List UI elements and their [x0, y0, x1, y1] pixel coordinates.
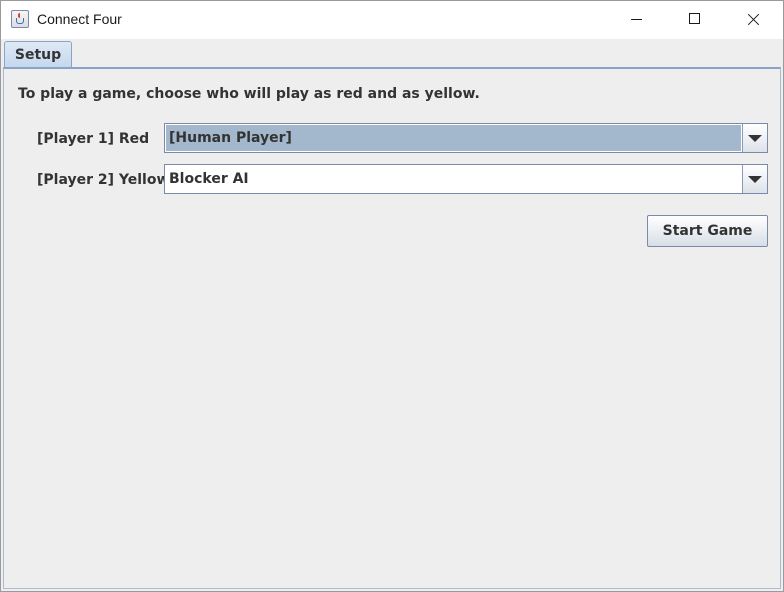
instructions-text: To play a game, choose who will play as …	[18, 86, 480, 102]
java-app-icon	[11, 10, 29, 28]
tab-setup-label: Setup	[14, 47, 62, 63]
start-game-button[interactable]: Start Game	[647, 215, 768, 247]
app-window: Connect Four Setup To play a game, choos…	[0, 0, 784, 592]
close-button[interactable]	[725, 1, 783, 39]
chevron-down-icon	[748, 135, 762, 142]
maximize-icon	[689, 13, 700, 24]
player2-dropdown-button[interactable]	[742, 165, 767, 193]
player2-selected-value: Blocker AI	[169, 171, 249, 187]
tab-setup[interactable]: Setup	[4, 41, 72, 67]
player2-label: [Player 2] Yellow	[37, 172, 170, 188]
cup-mark	[16, 18, 24, 24]
minimize-button[interactable]	[608, 1, 666, 39]
title-bar[interactable]: Connect Four	[1, 1, 783, 39]
player1-dropdown-button[interactable]	[742, 124, 767, 152]
chevron-down-icon	[748, 176, 762, 183]
player2-select[interactable]: Blocker AI	[164, 164, 768, 194]
window-title: Connect Four	[37, 11, 122, 27]
maximize-button[interactable]	[666, 1, 724, 39]
player1-select[interactable]: [Human Player]	[164, 123, 768, 153]
player1-label: [Player 1] Red	[37, 131, 150, 147]
player1-selected-value: [Human Player]	[166, 125, 741, 151]
minimize-icon	[631, 19, 642, 20]
close-icon	[747, 13, 760, 26]
